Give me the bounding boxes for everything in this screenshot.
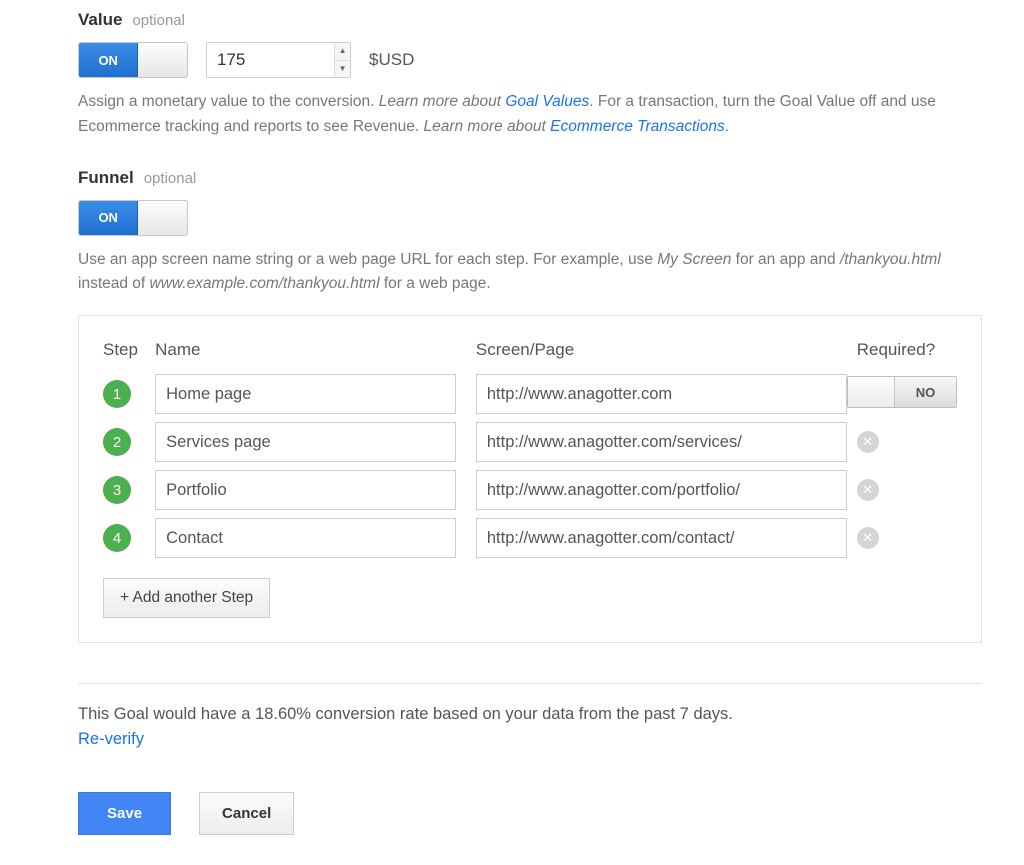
funnel-header: Funnel optional (78, 168, 1024, 188)
step-name-input[interactable] (155, 422, 456, 462)
goal-values-link[interactable]: Goal Values (505, 93, 589, 110)
required-toggle-label: NO (895, 377, 955, 407)
table-row: 1 NO (103, 370, 957, 418)
step-name-input[interactable] (155, 374, 456, 414)
funnel-toggle[interactable]: ON (78, 200, 188, 236)
value-desc-italic2: Learn more about (423, 118, 550, 135)
separator (78, 683, 982, 684)
step-page-input[interactable] (476, 374, 847, 414)
step-number-badge: 3 (103, 476, 131, 504)
verify-text: This Goal would have a 18.60% conversion… (78, 705, 733, 723)
funnel-toggle-on-label: ON (79, 201, 138, 235)
funnel-desc-g: for a web page. (380, 275, 491, 292)
save-button[interactable]: Save (78, 792, 171, 835)
step-name-input[interactable] (155, 470, 456, 510)
step-page-input[interactable] (476, 470, 847, 510)
funnel-desc-b: My Screen (657, 251, 731, 268)
funnel-toggle-row: ON (78, 200, 1024, 236)
step-page-input[interactable] (476, 518, 847, 558)
value-spinner: ▲ ▼ (334, 43, 350, 77)
funnel-description: Use an app screen name string or a web p… (78, 248, 958, 298)
funnel-desc-c: for an app and (731, 251, 840, 268)
value-desc-italic1: Learn more about (379, 93, 506, 110)
button-row: Save Cancel (78, 792, 1024, 835)
required-toggle[interactable]: NO (847, 376, 957, 408)
funnel-optional: optional (144, 170, 197, 187)
value-amount-wrapper: ▲ ▼ (206, 42, 351, 78)
verify-block: This Goal would have a 18.60% conversion… (78, 702, 958, 752)
step-page-input[interactable] (476, 422, 847, 462)
funnel-desc-a: Use an app screen name string or a web p… (78, 251, 657, 268)
value-desc-part1: Assign a monetary value to the conversio… (78, 93, 379, 110)
value-toggle-on-label: ON (79, 43, 138, 77)
step-number-badge: 2 (103, 428, 131, 456)
funnel-title: Funnel (78, 168, 134, 188)
value-section: Value optional ON ▲ ▼ $USD Assign a mone… (78, 10, 1024, 140)
step-number-badge: 4 (103, 524, 131, 552)
table-row: 3✕ (103, 466, 957, 514)
delete-step-icon[interactable]: ✕ (857, 527, 879, 549)
funnel-section: Funnel optional ON Use an app screen nam… (78, 168, 1024, 644)
funnel-steps-box: Step Name Screen/Page Required? 1NO2✕3✕4… (78, 315, 982, 643)
step-name-input[interactable] (155, 518, 456, 558)
th-step: Step (103, 340, 155, 370)
value-optional: optional (132, 12, 185, 29)
value-toggle-off-side (138, 43, 187, 77)
funnel-desc-f: www.example.com/thankyou.html (150, 275, 380, 292)
cancel-button[interactable]: Cancel (199, 792, 294, 835)
funnel-desc-d: /thankyou.html (840, 251, 941, 268)
add-step-button[interactable]: + Add another Step (103, 578, 270, 618)
funnel-desc-e: instead of (78, 275, 150, 292)
value-header: Value optional (78, 10, 1024, 30)
value-controls-row: ON ▲ ▼ $USD (78, 42, 1024, 78)
value-description: Assign a monetary value to the conversio… (78, 90, 958, 140)
th-name: Name (155, 340, 456, 370)
value-currency: $USD (369, 50, 414, 70)
funnel-toggle-off-side (138, 201, 187, 235)
value-desc-period: . (725, 118, 729, 135)
delete-step-icon[interactable]: ✕ (857, 479, 879, 501)
step-number-badge: 1 (103, 380, 131, 408)
value-amount-input[interactable] (207, 43, 334, 77)
delete-step-icon[interactable]: ✕ (857, 431, 879, 453)
value-spin-up[interactable]: ▲ (335, 43, 350, 61)
funnel-table: Step Name Screen/Page Required? 1NO2✕3✕4… (103, 340, 957, 562)
ecommerce-link[interactable]: Ecommerce Transactions (550, 118, 725, 135)
value-spin-down[interactable]: ▼ (335, 61, 350, 78)
th-page: Screen/Page (476, 340, 847, 370)
value-toggle[interactable]: ON (78, 42, 188, 78)
table-row: 4✕ (103, 514, 957, 562)
value-title: Value (78, 10, 122, 30)
th-required: Required? (847, 340, 957, 370)
reverify-link[interactable]: Re-verify (78, 730, 144, 748)
table-row: 2✕ (103, 418, 957, 466)
